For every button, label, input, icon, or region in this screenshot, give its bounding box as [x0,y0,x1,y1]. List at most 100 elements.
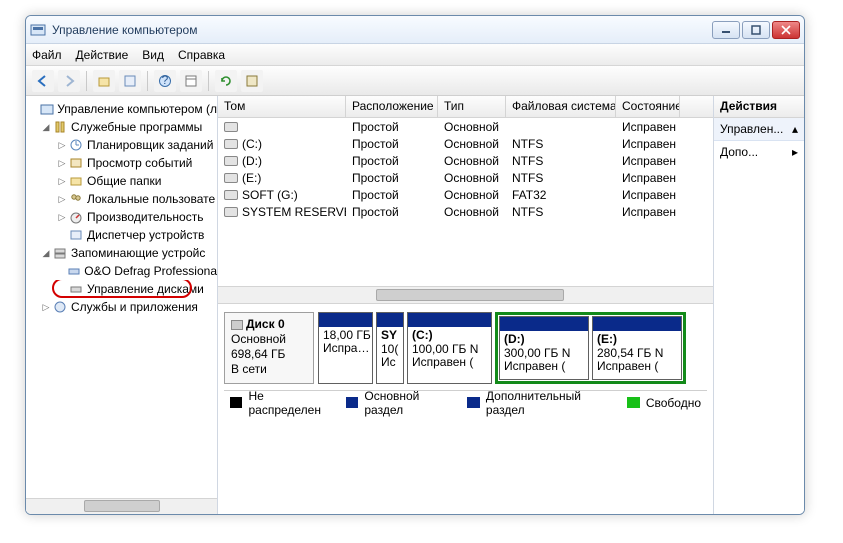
up-button[interactable] [93,70,115,92]
svg-text:?: ? [162,74,169,87]
col-layout[interactable]: Расположение [346,96,438,117]
part-label: SY [381,328,397,342]
legend-free: Свободно [646,396,701,410]
tree-storage[interactable]: ◢Запоминающие устройс [26,244,217,262]
partition[interactable]: (D:)300,00 ГБ NИсправен ( [499,316,589,380]
volume-row[interactable]: ПростойОсновнойИсправен [218,118,713,135]
volume-list: Том Расположение Тип Файловая система Со… [218,96,713,286]
disk-type: Основной [231,332,307,346]
tree-local-users[interactable]: ▷Локальные пользовате [26,190,217,208]
tree-label: Управление компьютером (л [57,102,217,116]
volume-list-body[interactable]: ПростойОсновнойИсправен(C:)ПростойОсновн… [218,118,713,286]
menu-file[interactable]: Файл [32,48,62,62]
help-button[interactable]: ? [154,70,176,92]
menu-help[interactable]: Справка [178,48,225,62]
actions-header: Действия [714,96,804,118]
volume-row[interactable]: (C:)ПростойОсновнойNTFSИсправен [218,135,713,152]
tree-label: Производительность [87,210,203,224]
volume-row[interactable]: SOFT (G:)ПростойОсновнойFAT32Исправен [218,186,713,203]
tree-label: Службы и приложения [71,300,198,314]
volume-icon [224,139,238,149]
actions-item-more[interactable]: Допо... ▸ [714,141,804,163]
legend-unalloc-icon [230,397,242,408]
titlebar[interactable]: Управление компьютером [26,16,804,44]
minimize-button[interactable] [712,21,740,39]
settings-button[interactable] [241,70,263,92]
partition[interactable]: SY10(Ис [376,312,404,384]
selected-partitions: (D:)300,00 ГБ NИсправен ( (E:)280,54 ГБ … [495,312,686,384]
disk-status: В сети [231,362,307,376]
partitions: 18,00 ГБИспра… SY10(Ис (C:)100,00 ГБ NИс… [318,312,707,384]
tree-performance[interactable]: ▷Производительность [26,208,217,226]
menu-view[interactable]: Вид [142,48,164,62]
tree-shared-folders[interactable]: ▷Общие папки [26,172,217,190]
properties-button[interactable] [119,70,141,92]
tree-label: Диспетчер устройств [87,228,204,242]
actions-label: Управлен... [720,122,783,136]
disk-name: Диск 0 [246,317,285,331]
partition[interactable]: 18,00 ГБИспра… [318,312,373,384]
part-status: Исправен ( [504,360,584,373]
disk-size: 698,64 ГБ [231,347,307,361]
actions-item-primary[interactable]: Управлен...▴ [714,118,804,141]
tree-label: O&O Defrag Professionа [84,264,217,278]
scrollbar-thumb[interactable] [376,289,564,301]
disk-info[interactable]: Диск 0 Основной 698,64 ГБ В сети [224,312,314,384]
tree-oo-defrag[interactable]: O&O Defrag Professionа [26,262,217,280]
partition[interactable]: (C:)100,00 ГБ NИсправен ( [407,312,492,384]
maximize-button[interactable] [742,21,770,39]
tree-label: Общие папки [87,174,161,188]
part-status: Ис [381,356,399,369]
legend-extended-icon [467,397,479,408]
part-label: (C:) [412,328,433,342]
legend: Не распределен Основной раздел Дополните… [224,390,707,414]
tree-task-scheduler[interactable]: ▷Планировщик заданий [26,136,217,154]
col-fs[interactable]: Файловая система [506,96,616,117]
nav-tree[interactable]: Управление компьютером (л ◢Служебные про… [26,96,218,514]
tree-services-apps[interactable]: ▷Службы и приложения [26,298,217,316]
menu-action[interactable]: Действие [76,48,129,62]
legend-free-icon [627,397,639,408]
volume-icon [224,122,238,132]
scrollbar-thumb[interactable] [84,500,161,512]
tree-root[interactable]: Управление компьютером (л [26,100,217,118]
part-status: Исправен ( [412,356,487,369]
tree-label: Локальные пользовате [87,192,215,206]
volume-row[interactable]: SYSTEM RESERVEDПростойОсновнойNTFSИсправ… [218,203,713,220]
tree-system-tools[interactable]: ◢Служебные программы [26,118,217,136]
disk-row[interactable]: Диск 0 Основной 698,64 ГБ В сети 18,00 Г… [224,312,707,384]
disk-icon [231,320,243,330]
tree-label: Служебные программы [71,120,202,134]
tree-label: Просмотр событий [87,156,192,170]
volume-header[interactable]: Том Расположение Тип Файловая система Со… [218,96,713,118]
volume-row[interactable]: (D:)ПростойОсновнойNTFSИсправен [218,152,713,169]
tree-event-viewer[interactable]: ▷Просмотр событий [26,154,217,172]
legend-primary-icon [346,397,358,408]
col-volume[interactable]: Том [218,96,346,117]
tree-disk-management[interactable]: Управление дисками [26,280,217,298]
partition[interactable]: (E:)280,54 ГБ NИсправен ( [592,316,682,380]
close-button[interactable] [772,21,800,39]
body: Управление компьютером (л ◢Служебные про… [26,96,804,514]
part-status: Исправен ( [597,360,677,373]
volume-icon [224,207,238,217]
tree-device-manager[interactable]: Диспетчер устройств [26,226,217,244]
refresh-button[interactable] [215,70,237,92]
window: Управление компьютером Файл Действие Вид… [25,15,805,515]
volume-row[interactable]: (E:)ПростойОсновнойNTFSИсправен [218,169,713,186]
part-status: Испра… [323,342,368,355]
view-button[interactable] [180,70,202,92]
tree-hscrollbar[interactable] [26,498,218,514]
disk-map: Диск 0 Основной 698,64 ГБ В сети 18,00 Г… [218,304,713,514]
menubar: Файл Действие Вид Справка [26,44,804,66]
window-title: Управление компьютером [52,23,712,37]
volume-hscrollbar[interactable] [218,286,713,304]
actions-label: Допо... [720,145,758,159]
legend-primary: Основной раздел [364,389,457,417]
chevron-right-icon: ▸ [792,145,798,159]
forward-button[interactable] [58,70,80,92]
col-type[interactable]: Тип [438,96,506,117]
col-status[interactable]: Состояние [616,96,680,117]
tree-label: Планировщик заданий [87,138,213,152]
back-button[interactable] [32,70,54,92]
